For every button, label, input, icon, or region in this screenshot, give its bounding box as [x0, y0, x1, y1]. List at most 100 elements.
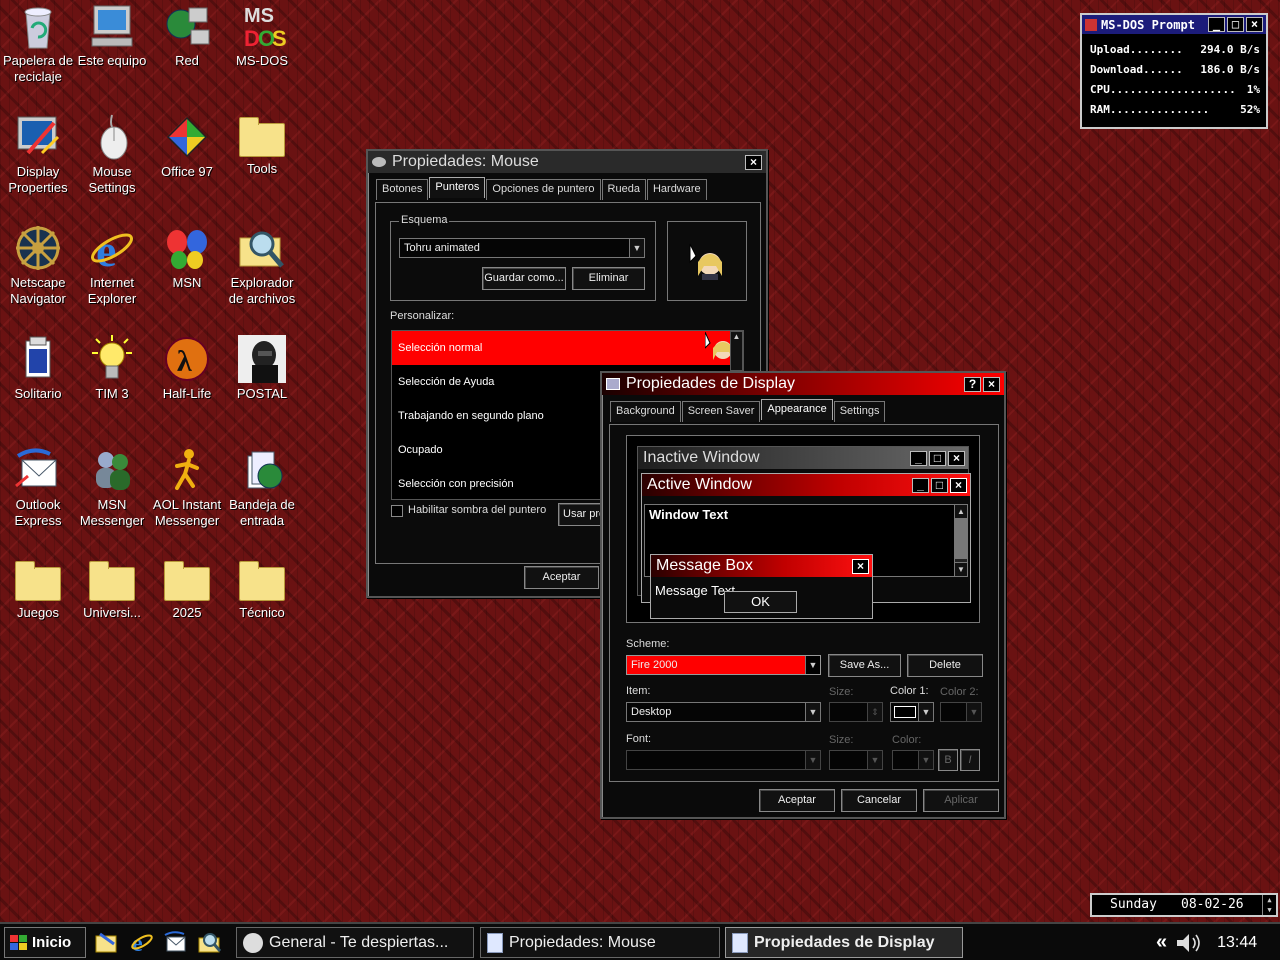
tab-rueda[interactable]: Rueda — [601, 179, 646, 200]
close-button[interactable]: × — [1246, 17, 1263, 32]
chevron-down-icon: ▼ — [867, 751, 882, 769]
desktop-icon-recycle-bin[interactable]: Papelera de reciclaje — [0, 2, 76, 85]
desktop-icon-display-properties[interactable]: Display Properties — [0, 113, 76, 196]
mouse-window-titlebar[interactable]: Propiedades: Mouse × — [368, 151, 766, 173]
show-desktop-icon[interactable] — [94, 930, 120, 954]
shadow-checkbox[interactable] — [391, 505, 403, 517]
chevron-down-icon[interactable]: ▼ — [805, 703, 820, 721]
desktop-icon-mouse-settings[interactable]: Mouse Settings — [74, 113, 150, 196]
stat-download: Download...... 186.0 B/s — [1090, 60, 1260, 80]
desktop-icon-msn-messenger[interactable]: MSN Messenger — [74, 446, 150, 529]
desktop-icon-universi[interactable]: Universi... — [74, 557, 150, 621]
display-window-titlebar[interactable]: Propiedades de Display ? × — [602, 373, 1004, 395]
volume-icon[interactable] — [1175, 932, 1201, 954]
item-select-value: Desktop — [631, 706, 672, 718]
tab-hardware[interactable]: Hardware — [646, 179, 707, 200]
desktop-icon-network[interactable]: Red — [149, 2, 225, 69]
tab-appearance[interactable]: Appearance — [761, 399, 833, 420]
desktop-icon-office[interactable]: Office 97 — [149, 113, 225, 180]
ok-button[interactable]: Aceptar — [759, 789, 835, 812]
start-button[interactable]: Inicio — [4, 927, 86, 958]
close-icon: × — [852, 558, 869, 574]
tab-punteros[interactable]: Punteros — [429, 177, 486, 198]
scheme-select[interactable]: Fire 2000 ▼ — [626, 655, 821, 675]
size-label: Size: — [829, 686, 854, 698]
save-as-button[interactable]: Save As... — [828, 654, 901, 677]
cursor-preview — [667, 221, 747, 301]
tab-background[interactable]: Background — [610, 401, 681, 422]
msdos-widget-title: MS-DOS Prompt — [1101, 17, 1195, 32]
desktop-icon-outlook-express[interactable]: Outlook Express — [0, 446, 76, 529]
tab-botones[interactable]: Botones — [376, 179, 429, 200]
pointer-item-label: Selección de Ayuda — [398, 376, 495, 388]
pointer-list-scrollbar[interactable]: ▲ — [730, 331, 743, 371]
stat-label: Upload........ — [1090, 43, 1183, 56]
close-icon: × — [950, 477, 967, 493]
desktop-icon-msn[interactable]: MSN — [149, 224, 225, 291]
minimize-button[interactable]: _ — [1208, 17, 1225, 32]
color1-picker[interactable]: ▼ — [890, 702, 934, 722]
desktop-icon-postal[interactable]: POSTAL — [224, 335, 300, 402]
window-title: Propiedades de Display — [626, 375, 795, 392]
pointer-item-label: Selección con precisión — [398, 478, 514, 490]
desktop-icon-label: Mouse Settings — [88, 164, 136, 195]
desktop-icon-2025[interactable]: 2025 — [149, 557, 225, 621]
desktop-icon-file-explorer[interactable]: Explorador de archivos — [224, 224, 300, 307]
preview-active-title: Active Window — [647, 476, 752, 493]
task-button-mouse[interactable]: Propiedades: Mouse — [480, 927, 720, 958]
mouse-icon — [88, 113, 136, 161]
date-spinner[interactable]: ▲ ▼ — [1262, 895, 1276, 915]
item-select[interactable]: Desktop ▼ — [626, 702, 821, 722]
desktop-icon-inbox[interactable]: Bandeja de entrada — [224, 446, 300, 529]
help-button[interactable]: ? — [964, 376, 981, 392]
desktop-icon-label: MSN Messenger — [79, 497, 145, 528]
appearance-preview[interactable]: Inactive Window _ □ × Active Window _ □ … — [626, 435, 980, 623]
desktop-icon-half-life[interactable]: λ Half-Life — [149, 335, 225, 402]
desktop-icon-label: Red — [175, 53, 199, 68]
maximize-button[interactable]: □ — [1227, 17, 1244, 32]
italic-button: I — [960, 749, 980, 771]
save-as-button[interactable]: Guardar como... — [482, 267, 566, 290]
tab-screen-saver[interactable]: Screen Saver — [681, 401, 761, 422]
taskbar: Inicio e General - Te despiertas... Prop… — [0, 922, 1280, 960]
desktop-icon-netscape[interactable]: Netscape Navigator — [0, 224, 76, 307]
scheme-select-value: Tohru animated — [404, 242, 480, 254]
tray-expand-icon[interactable]: « — [1156, 931, 1167, 954]
close-button[interactable]: × — [745, 154, 762, 170]
task-button-display[interactable]: Propiedades de Display — [725, 927, 963, 958]
desktop-icon-tecnico[interactable]: Técnico — [224, 557, 300, 621]
tohru-cursor-icon — [689, 243, 722, 280]
internet-explorer-icon[interactable]: e — [130, 930, 154, 954]
desktop-icon-computer[interactable]: Este equipo — [74, 2, 150, 69]
ok-button[interactable]: Aceptar — [524, 566, 599, 589]
close-button[interactable]: × — [983, 376, 1000, 392]
cancel-button[interactable]: Cancelar — [841, 789, 917, 812]
internet-explorer-icon: e — [88, 224, 136, 276]
folder-icon — [239, 561, 285, 601]
maximize-icon: □ — [931, 477, 948, 493]
inbox-icon — [238, 446, 286, 494]
color-swatch — [894, 706, 916, 718]
color1-label: Color 1: — [890, 685, 929, 697]
chevron-down-icon[interactable]: ▼ — [805, 656, 820, 674]
task-button-general[interactable]: General - Te despiertas... — [236, 927, 474, 958]
scheme-select[interactable]: Tohru animated ▼ — [399, 238, 645, 258]
desktop-icon-tools[interactable]: Tools — [224, 113, 300, 177]
delete-button[interactable]: Delete — [907, 654, 983, 677]
stat-value: 186.0 B/s — [1200, 63, 1260, 76]
chevron-down-icon[interactable]: ▼ — [918, 703, 933, 721]
desktop-icon-label: Universi... — [83, 605, 141, 620]
desktop-icon-solitaire[interactable]: Solitario — [0, 335, 76, 402]
desktop-icon-juegos[interactable]: Juegos — [0, 557, 76, 621]
desktop-icon-tim3[interactable]: TIM 3 — [74, 335, 150, 402]
desktop-icon-msdos[interactable]: MS D O S MS-DOS — [224, 2, 300, 69]
tab-settings[interactable]: Settings — [833, 401, 886, 422]
outlook-express-icon[interactable] — [164, 930, 188, 954]
desktop-icon-internet-explorer[interactable]: e Internet Explorer — [74, 224, 150, 307]
tab-opciones-de-puntero[interactable]: Opciones de puntero — [486, 179, 601, 200]
file-explorer-icon[interactable] — [198, 930, 222, 954]
desktop-icon-aim[interactable]: AOL Instant Messenger — [149, 446, 225, 529]
chevron-down-icon[interactable]: ▼ — [629, 239, 644, 257]
delete-button[interactable]: Eliminar — [572, 267, 645, 290]
pointer-item-normal[interactable]: Selección normal — [392, 331, 743, 365]
